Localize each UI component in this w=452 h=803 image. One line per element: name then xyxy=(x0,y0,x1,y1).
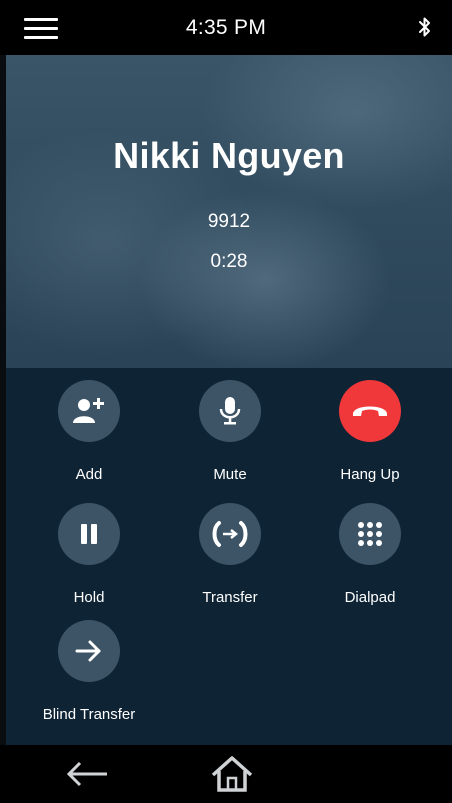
hang-up-button[interactable]: Hang Up xyxy=(305,380,435,483)
add-person-icon xyxy=(58,380,120,442)
transfer-icon xyxy=(199,503,261,565)
transfer-label: Transfer xyxy=(202,589,258,606)
hang-up-phone-icon xyxy=(339,380,401,442)
dialpad-label: Dialpad xyxy=(344,589,396,606)
home-icon[interactable] xyxy=(210,755,254,793)
navigation-bar xyxy=(0,745,452,803)
pause-icon xyxy=(58,503,120,565)
back-arrow-icon[interactable] xyxy=(64,760,110,788)
dialpad-icon xyxy=(339,503,401,565)
status-bar: 4:35 PM xyxy=(0,0,452,55)
hold-label: Hold xyxy=(73,589,105,606)
bluetooth-icon xyxy=(419,17,430,37)
add-button[interactable]: Add xyxy=(24,380,154,483)
transfer-button[interactable]: Transfer xyxy=(165,503,295,606)
mute-button[interactable]: Mute xyxy=(165,380,295,483)
caller-name: Nikki Nguyen xyxy=(113,135,345,176)
blind-transfer-button[interactable]: Blind Transfer xyxy=(24,620,154,723)
dialpad-button[interactable]: Dialpad xyxy=(305,503,435,606)
call-header: Nikki Nguyen 9912 0:28 xyxy=(6,55,452,368)
hold-button[interactable]: Hold xyxy=(24,503,154,606)
microphone-icon xyxy=(199,380,261,442)
call-actions-panel: Add Mute Hang Up Hold Transfer Dialpad B… xyxy=(6,368,452,745)
caller-number: 9912 xyxy=(207,211,251,232)
call-duration: 0:28 xyxy=(210,251,248,272)
add-label: Add xyxy=(75,466,103,483)
arrow-right-icon xyxy=(58,620,120,682)
hang-up-label: Hang Up xyxy=(340,466,400,483)
blind-transfer-label: Blind Transfer xyxy=(42,706,136,723)
status-time: 4:35 PM xyxy=(185,16,267,39)
mute-label: Mute xyxy=(213,466,247,483)
